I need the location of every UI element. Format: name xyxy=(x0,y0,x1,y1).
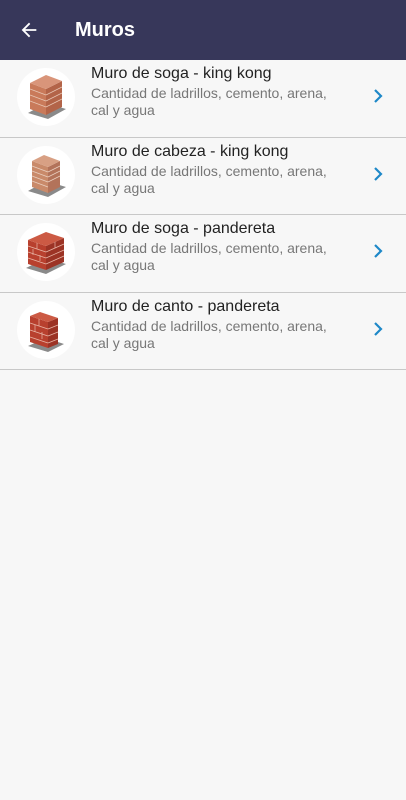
brick-wall-image xyxy=(28,75,66,119)
brick-wall-image xyxy=(28,311,64,352)
list-item-muro-soga-king-kong[interactable]: Muro de soga - king kong Cantidad de lad… xyxy=(0,60,406,138)
brick-wall-icon xyxy=(17,68,75,126)
item-title: Muro de cabeza - king kong xyxy=(91,142,289,160)
item-title: Muro de soga - pandereta xyxy=(91,220,276,237)
app-bar: Muros xyxy=(0,0,406,60)
item-description: Cantidad de ladrillos, cemento, arena, c… xyxy=(91,85,327,118)
arrow-left-icon xyxy=(21,22,37,38)
list-item-muro-canto-pandereta[interactable]: Muro de canto - pandereta Cantidad de la… xyxy=(0,292,406,370)
brick-wall-image xyxy=(26,232,66,274)
brick-wall-image xyxy=(28,154,66,197)
chevron-right-icon xyxy=(372,243,384,259)
brick-wall-icon xyxy=(17,300,75,359)
page-title: Muros xyxy=(75,18,135,41)
item-description: Cantidad de ladrillos, cemento, arena, c… xyxy=(91,240,327,273)
item-title: Muro de soga - king kong xyxy=(91,65,272,82)
chevron-right-icon xyxy=(372,166,384,182)
wall-list: Muro de soga - king kong Cantidad de lad… xyxy=(0,60,406,370)
list-item-muro-soga-pandereta[interactable]: Muro de soga - pandereta Cantidad de lad… xyxy=(0,215,406,293)
list-item-muro-cabeza-king-kong[interactable]: Muro de cabeza - king kong Cantidad de l… xyxy=(0,137,406,215)
item-description: Cantidad de ladrillos, cemento, arena, c… xyxy=(91,317,327,351)
chevron-right-icon xyxy=(372,88,384,104)
item-description: Cantidad de ladrillos, cemento, arena, c… xyxy=(91,162,327,196)
brick-wall-icon xyxy=(17,223,75,281)
chevron-right-icon xyxy=(372,321,384,337)
item-title: Muro de canto - pandereta xyxy=(91,297,280,315)
back-button[interactable] xyxy=(0,0,58,60)
brick-wall-icon xyxy=(17,145,75,204)
